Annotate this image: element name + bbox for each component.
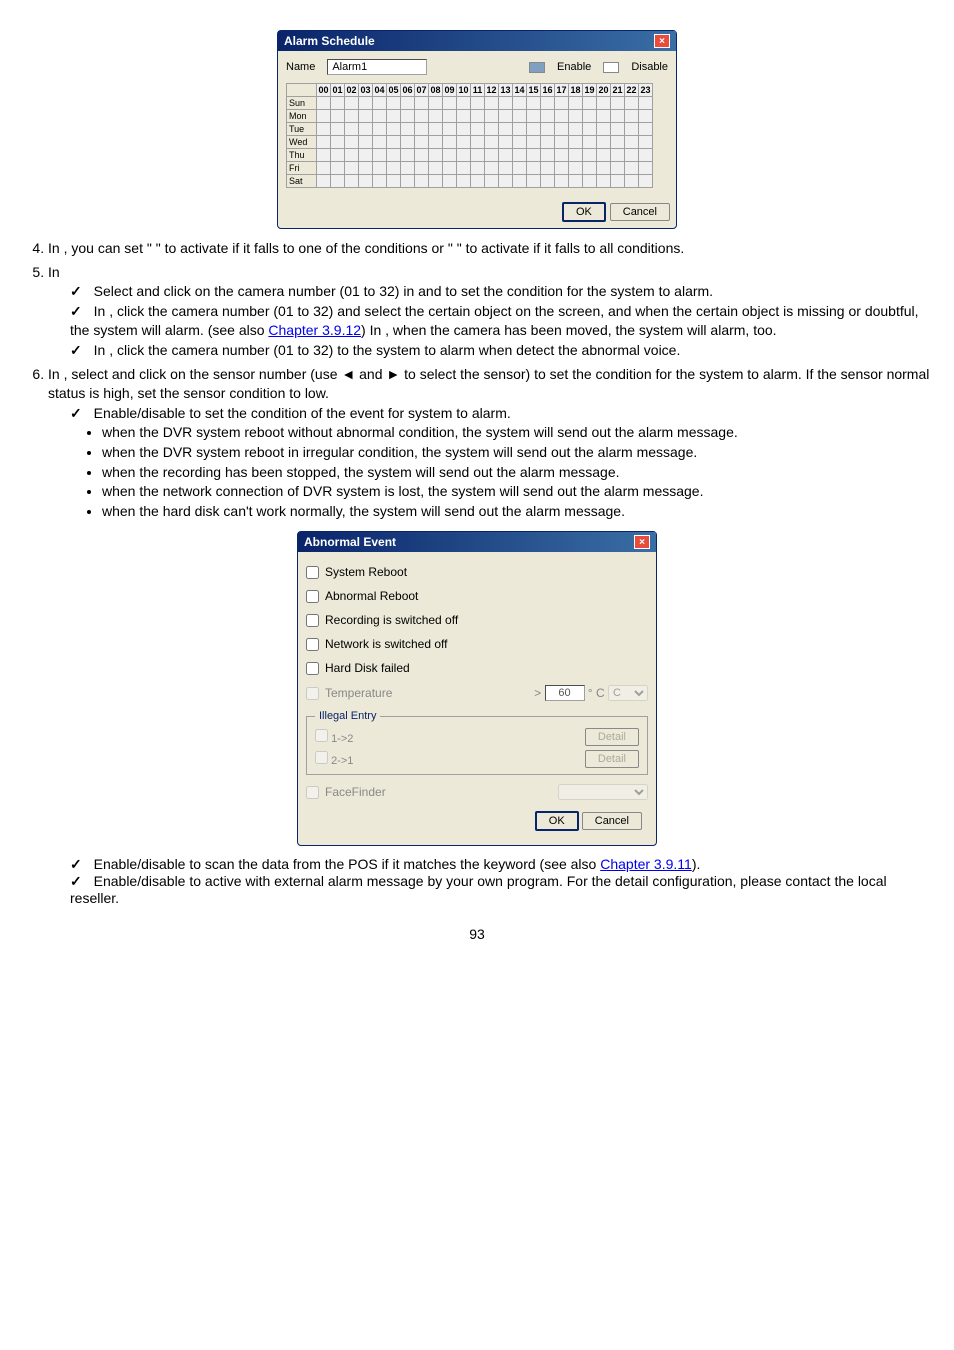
abnormal-event-dialog: Abnormal Event × System Reboot Abnormal …	[297, 531, 657, 846]
abnormal-reboot-checkbox[interactable]	[306, 590, 319, 603]
alarm-schedule-dialog: Alarm Schedule × Name Enable Disable 000…	[277, 30, 677, 229]
network-off-label: Network is switched off	[325, 637, 448, 651]
chapter-3912-link[interactable]: Chapter 3.9.12	[268, 322, 361, 338]
bottom-check-2: Enable/disable to active with external a…	[70, 873, 934, 906]
system-reboot-checkbox[interactable]	[306, 566, 319, 579]
step-6-bullet-5: when the hard disk can't work normally, …	[102, 502, 934, 522]
temperature-label: Temperature	[325, 686, 392, 700]
schedule-grid[interactable]: 0001020304050607080910111213141516171819…	[286, 83, 653, 188]
temperature-checkbox	[306, 687, 319, 700]
abnormal-reboot-label: Abnormal Reboot	[325, 589, 418, 603]
dialog-title-text: Abnormal Event	[304, 535, 396, 549]
step-6-bullet-4: when the network connection of DVR syste…	[102, 482, 934, 502]
step-4: In , you can set " " to activate if it f…	[48, 239, 934, 259]
gt-label: >	[534, 686, 541, 700]
cancel-button[interactable]: Cancel	[610, 203, 670, 221]
hdd-failed-checkbox[interactable]	[306, 662, 319, 675]
facefinder-checkbox	[306, 786, 319, 799]
page-number: 93	[20, 926, 934, 942]
entry-1-2-checkbox	[315, 729, 328, 742]
cancel-button[interactable]: Cancel	[582, 812, 642, 830]
step-6-check-1: Enable/disable to set the condition of t…	[70, 404, 934, 424]
temp-unit-label: ° C	[588, 686, 605, 700]
close-icon[interactable]: ×	[634, 535, 650, 549]
entry-2-1-checkbox	[315, 751, 328, 764]
enable-swatch-icon	[529, 62, 545, 73]
system-reboot-label: System Reboot	[325, 565, 407, 579]
dialog-title-text: Alarm Schedule	[284, 34, 375, 48]
step-5-check-2: In , click the camera number (01 to 32) …	[70, 302, 934, 341]
disable-label: Disable	[631, 61, 668, 73]
disable-swatch-icon	[603, 62, 619, 73]
recording-off-checkbox[interactable]	[306, 614, 319, 627]
illegal-entry-legend: Illegal Entry	[315, 710, 380, 722]
close-icon[interactable]: ×	[654, 34, 670, 48]
entry-2-1-label: 2->1	[331, 755, 353, 767]
ok-button[interactable]: OK	[562, 202, 606, 222]
network-off-checkbox[interactable]	[306, 638, 319, 651]
facefinder-select	[558, 784, 648, 800]
dialog-titlebar: Alarm Schedule ×	[278, 31, 676, 51]
temp-unit-select: C	[608, 685, 648, 701]
step-6: In , select and click on the sensor numb…	[48, 365, 934, 522]
dialog-titlebar: Abnormal Event ×	[298, 532, 656, 552]
enable-label: Enable	[557, 61, 591, 73]
step-5-check-1: Select and click on the camera number (0…	[70, 282, 934, 302]
hdd-failed-label: Hard Disk failed	[325, 661, 410, 675]
step-6-bullet-3: when the recording has been stopped, the…	[102, 463, 934, 483]
step-5-check-3: In , click the camera number (01 to 32) …	[70, 341, 934, 361]
detail-button-1: Detail	[585, 728, 639, 746]
ok-button[interactable]: OK	[535, 811, 579, 831]
recording-off-label: Recording is switched off	[325, 613, 458, 627]
entry-1-2-label: 1->2	[331, 733, 353, 745]
step-5: In Select and click on the camera number…	[48, 263, 934, 361]
detail-button-2: Detail	[585, 750, 639, 768]
step-6-bullet-2: when the DVR system reboot in irregular …	[102, 443, 934, 463]
chapter-3911-link[interactable]: Chapter 3.9.11	[600, 856, 692, 872]
alarm-name-input[interactable]	[327, 59, 427, 75]
temperature-value-input	[545, 685, 585, 701]
facefinder-label: FaceFinder	[325, 785, 386, 799]
name-label: Name	[286, 61, 315, 73]
step-6-bullet-1: when the DVR system reboot without abnor…	[102, 423, 934, 443]
illegal-entry-group: Illegal Entry 1->2 Detail 2->1 Detail	[306, 710, 648, 775]
bottom-check-1: Enable/disable to scan the data from the…	[70, 856, 934, 873]
